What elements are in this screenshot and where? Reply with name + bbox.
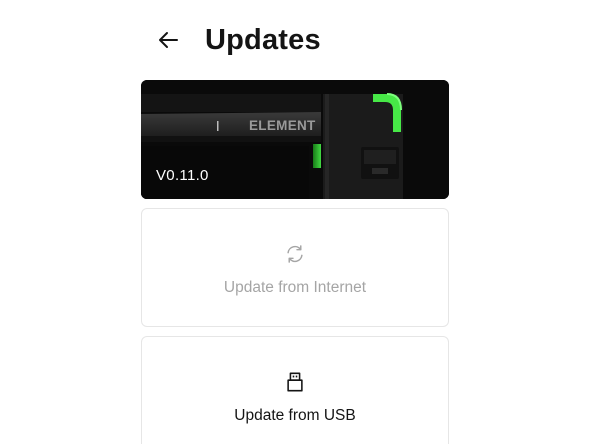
- firmware-banner: ELEMENT V0.11.0: [141, 80, 449, 199]
- firmware-version: V0.11.0: [156, 167, 209, 184]
- update-from-usb-button[interactable]: Update from USB: [141, 336, 449, 444]
- arrow-left-icon: [159, 32, 178, 48]
- update-from-internet-button[interactable]: Update from Internet: [141, 208, 449, 327]
- usb-icon: [284, 371, 306, 393]
- update-from-usb-label: Update from USB: [234, 407, 356, 424]
- brand-label: ELEMENT: [249, 118, 316, 133]
- refresh-icon: [284, 243, 306, 265]
- update-from-internet-label: Update from Internet: [223, 279, 367, 296]
- back-button[interactable]: [153, 25, 183, 55]
- header: Updates: [141, 20, 321, 60]
- updates-screen: Updates ELEMENT V0.11.0 Update from Inte…: [0, 0, 592, 444]
- page-title: Updates: [205, 23, 321, 56]
